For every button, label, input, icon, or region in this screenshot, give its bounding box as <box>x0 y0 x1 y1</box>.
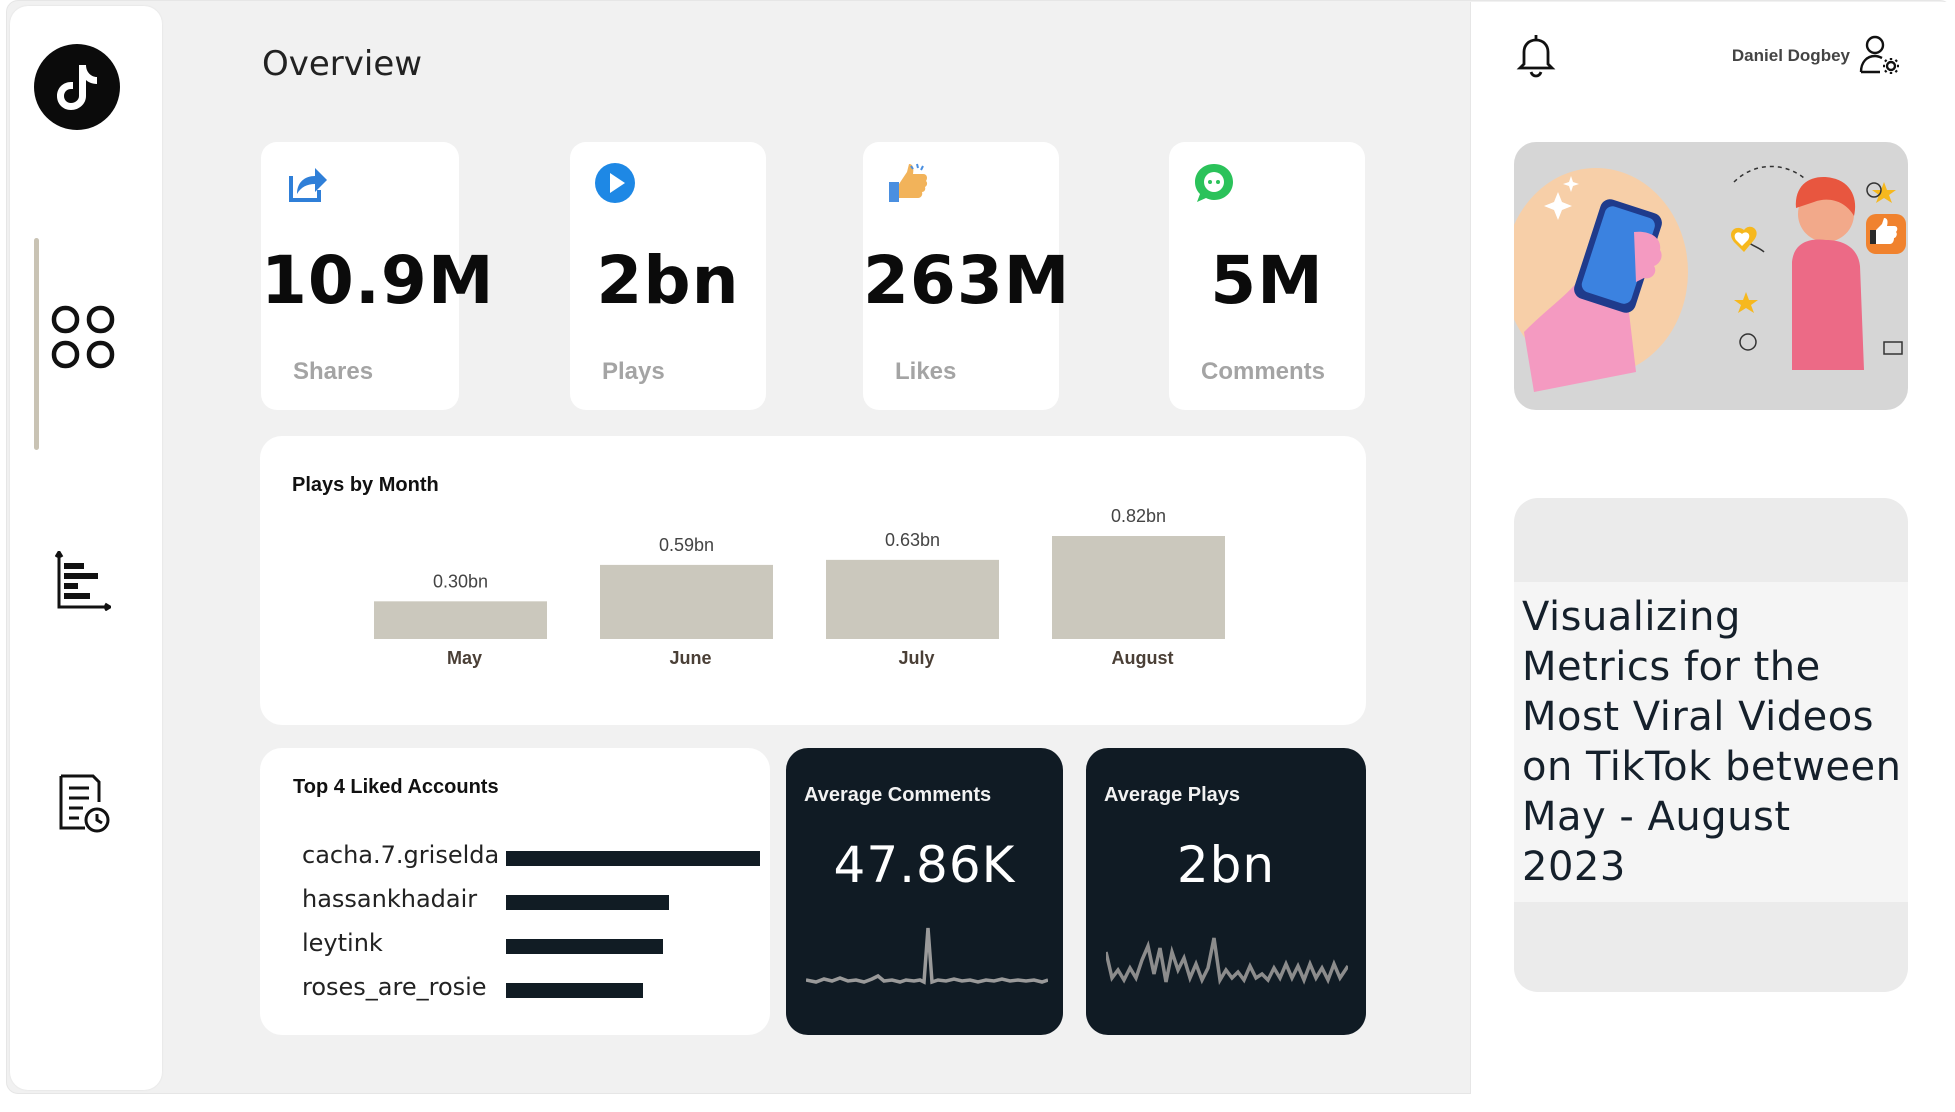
headline-text: Visualizing Metrics for the Most Viral V… <box>1522 594 1902 890</box>
data-label: 0.82bn <box>1111 506 1166 526</box>
page-title: Overview <box>262 44 423 84</box>
average-comments-card: Average Comments 47.86K <box>786 748 1063 1035</box>
likes-label: Likes <box>895 358 957 385</box>
avg-plays-value: 2bn <box>1176 836 1276 894</box>
bar-july[interactable] <box>826 559 999 639</box>
category-label: May <box>447 648 482 668</box>
comments-card: 5M Comments <box>1169 142 1365 410</box>
bar-august[interactable] <box>1052 536 1225 639</box>
data-label: 0.63bn <box>885 530 940 550</box>
average-plays-card: Average Plays 2bn <box>1086 748 1366 1035</box>
report-clock-icon[interactable] <box>48 768 118 838</box>
likes-card: 263M Likes <box>863 142 1071 410</box>
top-accounts-card: Top 4 Liked Accounts cacha.7.griselda has… <box>260 748 770 1035</box>
account-name: cacha.7.griselda <box>302 841 500 869</box>
bell-icon[interactable] <box>1514 32 1558 82</box>
plays-sparkline <box>1106 937 1348 986</box>
plays-label: Plays <box>602 358 665 385</box>
phone-illustration <box>1514 142 1908 410</box>
tiktok-logo-icon[interactable] <box>34 44 120 130</box>
bar-may[interactable] <box>374 601 547 639</box>
dashboard-grid-icon[interactable] <box>48 302 118 372</box>
account-row[interactable]: roses_are_rosie <box>302 973 762 1003</box>
sidebar <box>10 6 162 1090</box>
play-icon <box>594 162 636 208</box>
bar-chart-icon[interactable] <box>48 546 118 616</box>
user-name[interactable]: Daniel Dogbey <box>1690 46 1850 66</box>
share-icon <box>285 162 331 208</box>
avg-comments-title: Average Comments <box>804 784 992 806</box>
account-row[interactable]: cacha.7.griselda <box>302 841 762 871</box>
category-label: June <box>669 648 711 668</box>
active-nav-indicator <box>34 238 39 450</box>
shares-label: Shares <box>293 358 374 385</box>
chat-icon <box>1193 162 1235 208</box>
category-label: July <box>898 648 934 668</box>
thumbs-up-icon <box>887 162 931 208</box>
account-bar <box>506 895 669 910</box>
plays-by-month-card: Plays by Month 0.30bn May 0.59bn June 0.63bn… <box>260 436 1366 725</box>
accounts-title: Top 4 Liked Accounts <box>293 776 499 798</box>
account-name: hassankhadair <box>302 885 478 913</box>
data-label: 0.30bn <box>433 571 488 591</box>
comments-value: 5M <box>1210 242 1324 319</box>
shares-card: 10.9M Shares <box>261 142 495 410</box>
account-row[interactable]: hassankhadair <box>302 885 762 915</box>
plays-card: 2bn Plays <box>570 142 766 410</box>
plays-by-month-chart: 0.30bn May 0.59bn June 0.63bn July 0.82bn Augus… <box>374 506 1225 668</box>
account-name: roses_are_rosie <box>302 973 487 1001</box>
user-settings-icon[interactable] <box>1858 34 1900 80</box>
account-bar <box>506 983 644 998</box>
shares-value: 10.9M <box>261 242 495 319</box>
plays-value: 2bn <box>596 242 740 319</box>
data-label: 0.59bn <box>659 535 714 555</box>
category-label: August <box>1112 648 1174 668</box>
avg-comments-value: 47.86K <box>833 836 1016 894</box>
bar-june[interactable] <box>600 564 773 639</box>
account-name: leytink <box>302 929 383 957</box>
account-bar <box>506 851 760 866</box>
avg-plays-title: Average Plays <box>1104 784 1241 806</box>
comments-label: Comments <box>1201 358 1326 385</box>
comments-sparkline <box>806 927 1048 985</box>
account-row[interactable]: leytink <box>302 929 762 959</box>
account-bar <box>506 939 664 954</box>
likes-value: 263M <box>863 242 1071 319</box>
